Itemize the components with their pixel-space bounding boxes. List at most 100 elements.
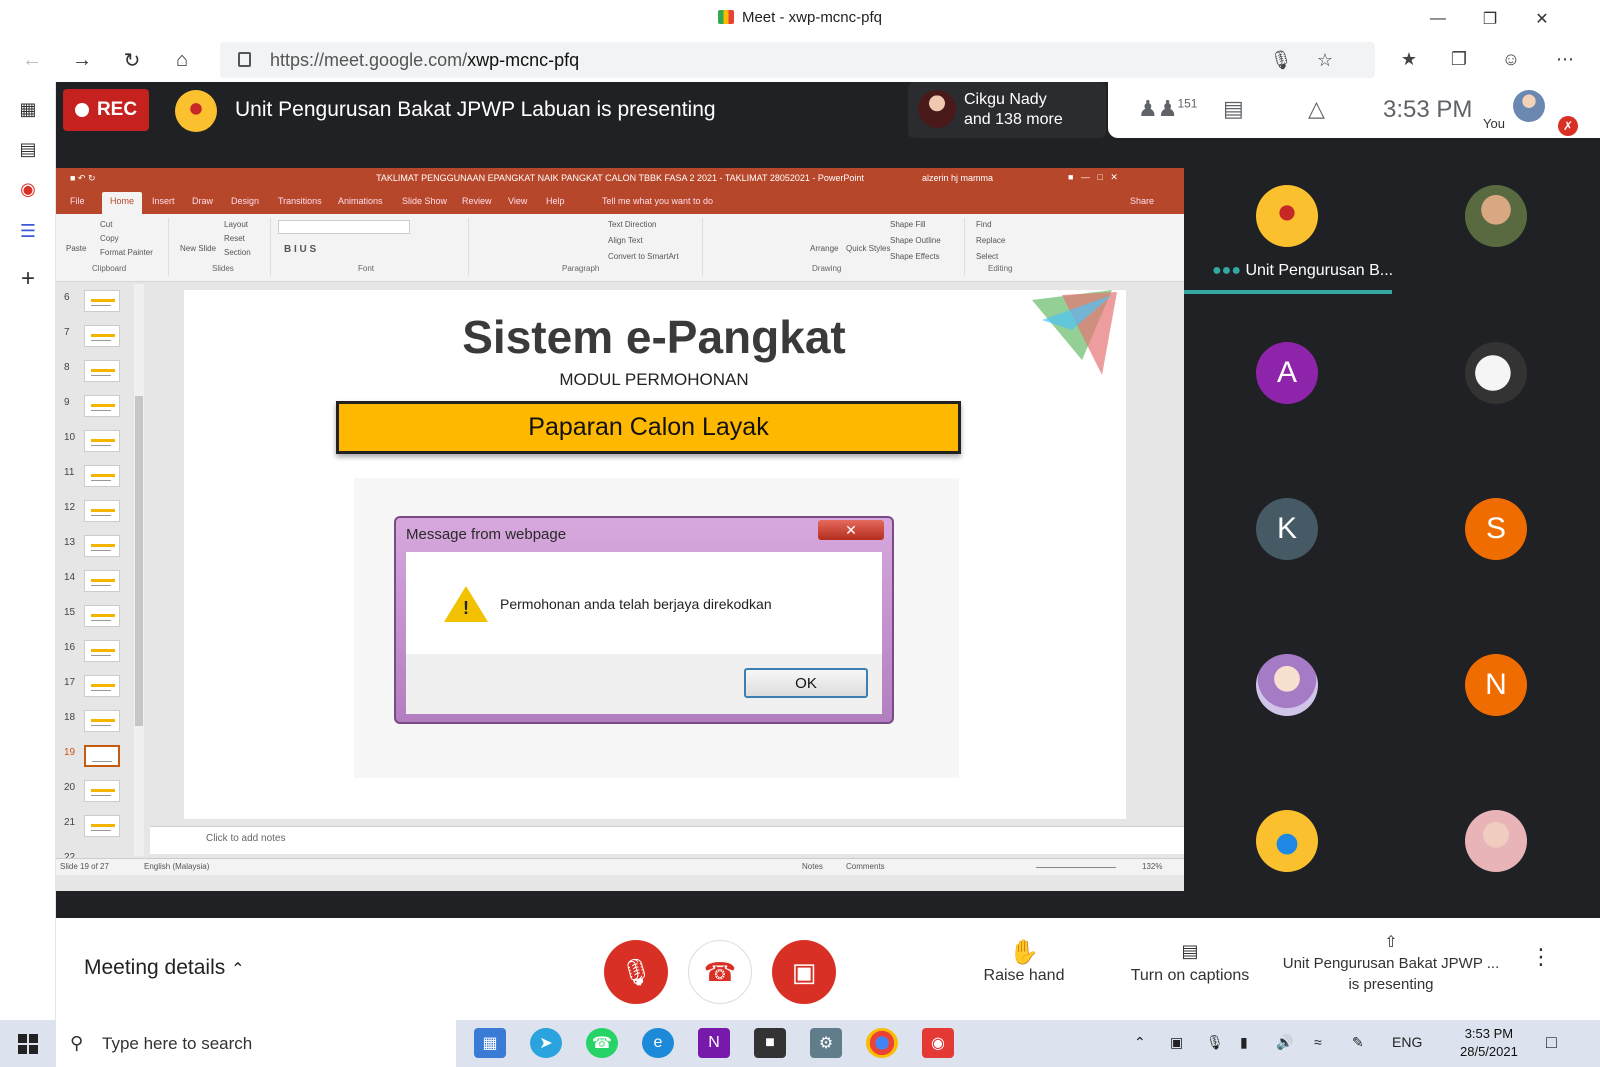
chrome-icon[interactable] <box>866 1028 898 1058</box>
thumbnail[interactable] <box>84 395 120 417</box>
thumbnail-scrollbar[interactable] <box>134 284 144 856</box>
message-dialog: Message from webpage ✕ ! Permohonan anda… <box>394 516 894 724</box>
back-icon[interactable]: ← <box>16 46 48 74</box>
tray-chevron-icon[interactable]: ⌃ <box>1134 1034 1146 1051</box>
presenting-button[interactable]: ⇧ Unit Pengurusan Bakat JPWP ... is presen… <box>1271 932 1511 995</box>
telegram-icon[interactable]: ➤ <box>530 1028 562 1058</box>
participant-tile-3[interactable]: A <box>1256 342 1318 404</box>
thumbnail[interactable] <box>84 290 120 312</box>
forward-icon[interactable]: → <box>66 46 98 74</box>
microphone-off-button[interactable]: 🎙 <box>604 940 668 1004</box>
close-window-button[interactable]: ✕ <box>1522 6 1562 32</box>
tray-wifi-icon[interactable]: ≈ <box>1314 1034 1322 1050</box>
thumbnail[interactable] <box>84 640 120 662</box>
rib-paste: Paste <box>66 244 87 253</box>
onenote-icon[interactable]: N <box>698 1028 730 1058</box>
tray-battery-icon[interactable]: ▮ <box>1240 1034 1248 1051</box>
thumbnail[interactable] <box>84 465 120 487</box>
thumbnail[interactable] <box>84 535 120 557</box>
rib-quick-styles: Quick Styles <box>846 244 891 253</box>
status-zoom: 132% <box>1142 862 1163 871</box>
app-icon[interactable]: ■ <box>754 1028 786 1058</box>
end-call-button[interactable]: ☎ <box>688 940 752 1004</box>
ppt-tab-design: Design <box>231 196 260 206</box>
raise-hand-button[interactable]: ✋ Raise hand <box>964 938 1084 985</box>
more-icon[interactable]: ⋯ <box>1552 46 1578 72</box>
sidebar-calendar-icon[interactable]: ▤ <box>14 136 42 162</box>
url-host: https://meet.google.com/ <box>270 50 468 70</box>
participant-tile-6[interactable]: S <box>1465 498 1527 560</box>
tray-pen-icon[interactable]: ✎ <box>1352 1034 1364 1051</box>
thumbnail[interactable] <box>84 325 120 347</box>
ppt-user: alzerin hj mamma <box>922 173 994 183</box>
microphone-icon[interactable]: 🎙 <box>1268 47 1294 73</box>
recorder-icon[interactable]: ◉ <box>922 1028 954 1058</box>
tray-volume-icon[interactable]: 🔊 <box>1276 1034 1293 1051</box>
whatsapp-icon[interactable]: ☎ <box>586 1028 618 1058</box>
window-title: Meet - xwp-mcnc-pfq <box>741 9 883 26</box>
people-icon[interactable]: ♟♟151 <box>1138 96 1197 124</box>
thumbnail-selected[interactable] <box>84 745 120 767</box>
status-comments: Comments <box>846 862 885 871</box>
ppt-tab-transitions: Transitions <box>278 196 322 206</box>
restore-button[interactable]: ❐ <box>1470 6 1510 32</box>
grp-paragraph: Paragraph <box>562 264 600 273</box>
thumbnail[interactable] <box>84 430 120 452</box>
activities-icon[interactable]: △ <box>1308 96 1325 124</box>
file-explorer-icon[interactable]: ▦ <box>474 1028 506 1058</box>
tray-meet-icon[interactable]: ▣ <box>1170 1034 1183 1051</box>
ppt-tab-insert: Insert <box>152 196 175 206</box>
tray-clock[interactable]: 3:53 PM 28/5/2021 <box>1460 1025 1518 1061</box>
start-button[interactable] <box>0 1020 56 1067</box>
participant-tile-5[interactable]: K <box>1256 498 1318 560</box>
thumbnail[interactable] <box>84 710 120 732</box>
favorites-icon[interactable]: ★ <box>1396 46 1422 72</box>
thumbnail[interactable] <box>84 500 120 522</box>
participant-tile-10[interactable] <box>1465 810 1527 872</box>
sidebar-list-icon[interactable]: ☰ <box>14 218 42 244</box>
participant-tile-8[interactable]: N <box>1465 654 1527 716</box>
meeting-details-button[interactable]: Meeting details ⌃ <box>84 956 245 980</box>
grp-font: Font <box>358 264 375 273</box>
browser-title-bar: Meet - xwp-mcnc-pfq — ❐ ✕ <box>0 0 1600 38</box>
shared-screen: TAKLIMAT PENGGUNAAN EPANGKAT NAIK PANGKA… <box>56 168 1184 891</box>
participant-tile-7[interactable] <box>1256 654 1318 716</box>
edge-icon[interactable]: e <box>642 1028 674 1058</box>
participant-tile-4[interactable] <box>1465 342 1527 404</box>
camera-off-button[interactable]: ▣ <box>772 940 836 1004</box>
slide-subheading: MODUL PERMOHONAN <box>559 370 749 389</box>
sidebar-add-icon[interactable]: + <box>14 265 42 292</box>
sidebar-news-icon[interactable]: ▦ <box>14 96 42 122</box>
chat-icon[interactable]: ▤ <box>1223 96 1244 124</box>
thumbnail[interactable] <box>84 605 120 627</box>
participant-tile-1[interactable] <box>1256 185 1318 247</box>
thumbnail[interactable] <box>84 675 120 697</box>
notifications-icon[interactable]: □ <box>1546 1032 1557 1053</box>
address-bar[interactable]: https://meet.google.com/xwp-mcnc-pfq 🎙 ☆ <box>220 42 1375 78</box>
more-options-icon[interactable]: ⋮ <box>1530 944 1552 970</box>
add-favorite-icon[interactable]: ☆ <box>1312 47 1338 73</box>
participant-tile-2[interactable] <box>1465 185 1527 247</box>
sidebar-record-icon[interactable]: ◉ <box>14 176 42 202</box>
thumbnail[interactable] <box>84 360 120 382</box>
captions-button[interactable]: ▤ Turn on captions <box>1122 938 1258 985</box>
settings-app-icon[interactable]: ⚙ <box>810 1028 842 1058</box>
taskbar-search[interactable]: ⚲ Type here to search <box>56 1020 456 1067</box>
thumbnail[interactable] <box>84 780 120 802</box>
thumbnail[interactable] <box>84 815 120 837</box>
tray-mic-icon[interactable]: 🎙 <box>1206 1034 1224 1051</box>
thumbnail[interactable] <box>84 570 120 592</box>
ppt-window-controls: ■ — □ ✕ <box>1068 172 1118 182</box>
profile-icon[interactable]: ☺ <box>1498 46 1524 72</box>
tray-language[interactable]: ENG <box>1392 1034 1422 1050</box>
rib-reset: Reset <box>224 234 245 243</box>
minimize-button[interactable]: — <box>1418 6 1458 32</box>
meet-bottom-bar: Meeting details ⌃ 🎙 ☎ ▣ ✋ Raise hand ▤ Tur… <box>56 918 1600 1020</box>
participant-tile-9[interactable] <box>1256 810 1318 872</box>
meet-favicon-icon <box>717 10 734 24</box>
refresh-icon[interactable]: ↻ <box>116 46 148 74</box>
collections-icon[interactable]: ❐ <box>1446 46 1472 72</box>
home-icon[interactable]: ⌂ <box>166 46 198 74</box>
grp-clipboard: Clipboard <box>92 264 127 273</box>
ppt-tab-slideshow: Slide Show <box>402 196 448 206</box>
